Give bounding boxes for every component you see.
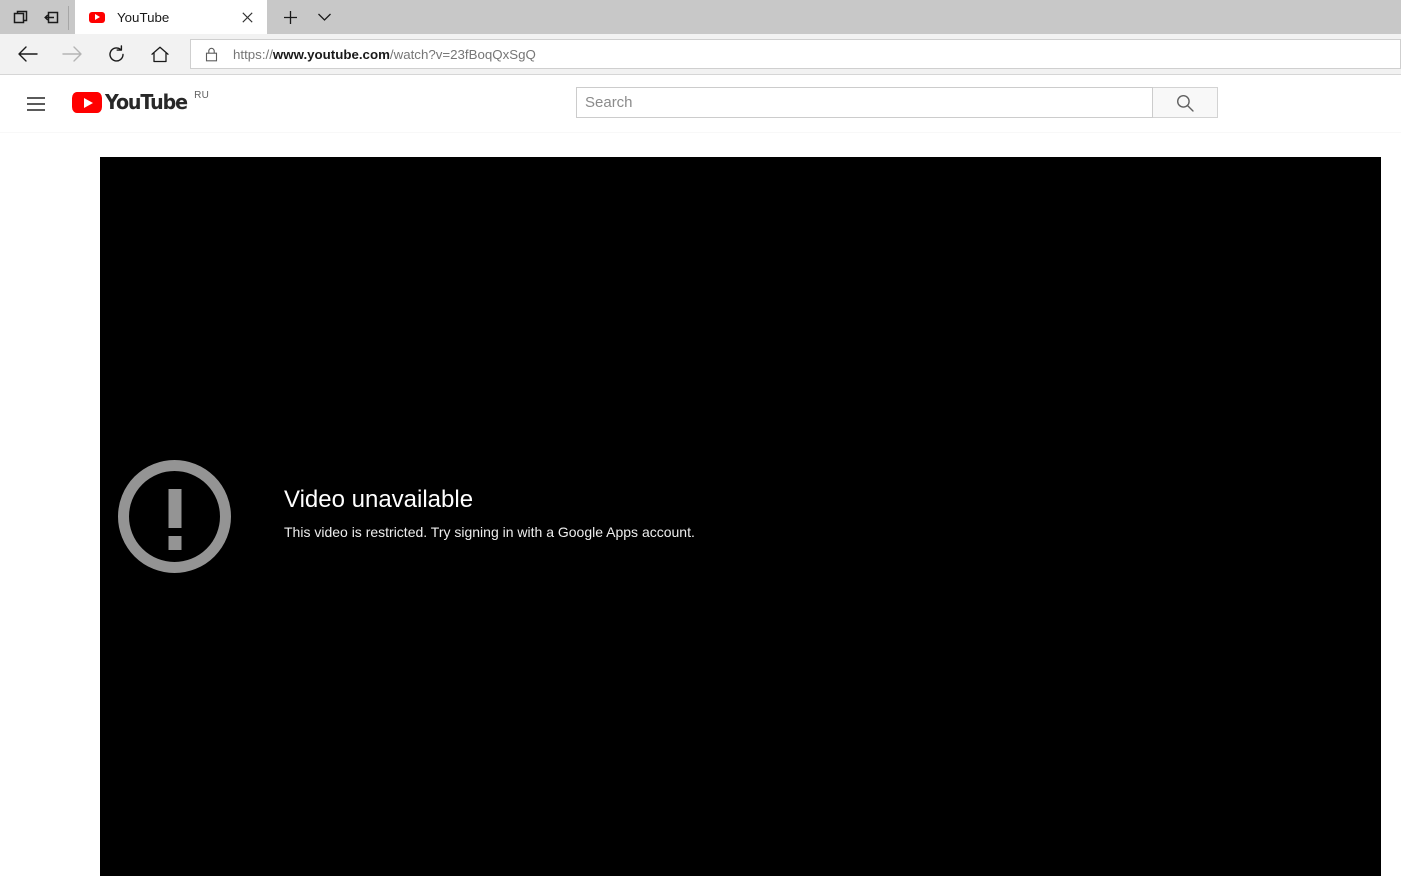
arrow-right-icon: [62, 46, 82, 62]
refresh-icon: [108, 44, 124, 62]
youtube-logo[interactable]: YouTube RU: [72, 89, 209, 119]
arrow-left-icon: [18, 46, 38, 62]
home-icon: [151, 46, 169, 62]
search-input[interactable]: [576, 87, 1153, 118]
refresh-button[interactable]: [94, 35, 138, 73]
url-path: /watch?v=23fBoqQxSgQ: [389, 46, 536, 62]
youtube-country-code: RU: [194, 90, 209, 101]
tab-preview-icon[interactable]: [6, 2, 36, 32]
masthead-start: YouTube RU: [0, 84, 209, 124]
address-bar[interactable]: https://www.youtube.com/watch?v=23fBoqQx…: [190, 39, 1401, 69]
search-icon: [1176, 94, 1194, 112]
lock-icon: [203, 47, 219, 62]
video-player[interactable]: Video unavailable This video is restrict…: [100, 157, 1381, 876]
youtube-logo-text: YouTube: [105, 90, 188, 114]
player-error-text: Video unavailable This video is restrict…: [284, 485, 695, 542]
search-form: [576, 87, 1218, 118]
browser-window: YouTube https://www.youtube.com/watch?v=…: [0, 0, 1401, 892]
close-icon[interactable]: [235, 5, 259, 29]
chevron-down-icon[interactable]: [307, 2, 341, 32]
url-scheme: https://: [233, 46, 273, 62]
youtube-masthead: YouTube RU: [0, 76, 1401, 133]
tabstrip-right-buttons: [267, 0, 341, 34]
tabstrip-left-buttons: [0, 0, 75, 34]
url-host: www.youtube.com: [272, 46, 390, 62]
youtube-favicon: [89, 9, 105, 25]
search-button[interactable]: [1153, 87, 1218, 118]
tab-strip: YouTube: [0, 0, 1401, 34]
player-error-message: This video is restricted. Try signing in…: [284, 524, 695, 540]
youtube-page: YouTube RU Search Video unavailable This…: [0, 76, 1401, 892]
home-button[interactable]: [138, 35, 182, 73]
hamburger-menu-icon[interactable]: [16, 84, 56, 124]
browser-toolbar: https://www.youtube.com/watch?v=23fBoqQx…: [0, 34, 1401, 75]
tab-title: YouTube: [117, 9, 170, 25]
video-player-container: Video unavailable This video is restrict…: [100, 157, 1381, 876]
new-tab-icon[interactable]: [273, 2, 307, 32]
browser-tab-youtube[interactable]: YouTube: [75, 0, 267, 34]
set-tabs-aside-icon[interactable]: [36, 2, 66, 32]
alert-circle-icon: [118, 460, 231, 573]
youtube-play-icon: [72, 92, 102, 113]
back-button[interactable]: [6, 35, 50, 73]
tabstrip-divider: [68, 6, 69, 30]
forward-button[interactable]: [50, 35, 94, 73]
player-error-screen: Video unavailable This video is restrict…: [100, 157, 1381, 876]
player-error-title: Video unavailable: [284, 486, 474, 513]
address-bar-url: https://www.youtube.com/watch?v=23fBoqQx…: [233, 47, 536, 62]
